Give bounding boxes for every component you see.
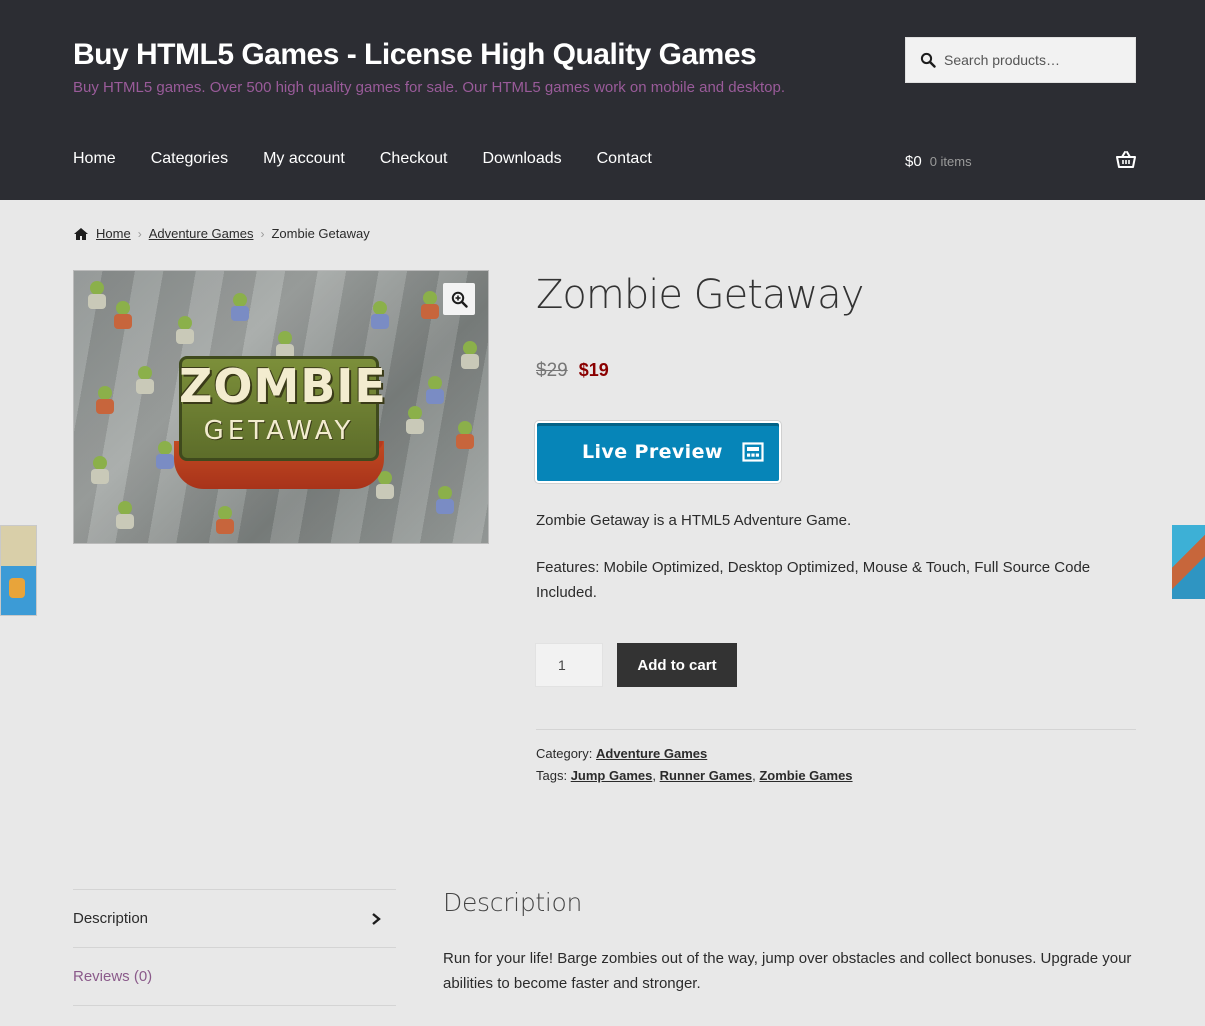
quantity-input[interactable] [535,643,603,687]
tag-link[interactable]: Runner Games [660,768,752,783]
description-panel-title: Description [443,888,583,917]
zombie-sprite [369,301,391,331]
game-logo-subtitle: GETAWAY [203,416,355,446]
search-input[interactable] [944,52,1124,68]
breadcrumb-home[interactable]: Home [96,226,131,241]
tab-description[interactable]: Description [73,890,396,948]
tag-separator: , [652,768,656,783]
zombie-sprite [114,501,136,531]
add-to-cart-button[interactable]: Add to cart [617,643,737,687]
zombie-sprite [434,486,456,516]
live-preview-button[interactable]: Live Preview [535,421,781,483]
live-preview-label: Live Preview [582,441,723,463]
game-logo-title: ZOMBIE [179,359,387,413]
tab-description-label: Description [73,910,149,927]
zombie-sprite [229,293,251,323]
tab-reviews-label: Reviews (0) [73,968,153,985]
tag-separator: , [752,768,756,783]
tab-reviews[interactable]: Reviews (0) [73,948,396,1006]
product-price: $29 $19 [536,360,609,382]
search-icon[interactable] [920,52,936,68]
zombie-sprite [419,291,441,321]
zombie-sprite [86,281,108,311]
sale-price: $19 [578,360,609,380]
product-category-meta: Category: Adventure Games [536,746,1136,761]
product-title: Zombie Getaway [536,272,864,318]
zombie-sprite [174,316,196,346]
site-title-link[interactable]: Buy HTML5 Games - License High Quality G… [73,38,757,72]
breadcrumb-separator: › [260,226,265,241]
nav-home[interactable]: Home [73,150,116,168]
zombie-sprite [214,506,236,536]
nav-contact[interactable]: Contact [597,150,652,168]
zombie-sprite [112,301,134,331]
zombie-sprite [459,341,481,371]
primary-navigation: Home Categories My account Checkout Down… [73,150,687,168]
basket-icon [1116,151,1136,168]
zombie-sprite [89,456,111,486]
tags-label: Tags: [536,768,568,783]
breadcrumb-current: Zombie Getaway [271,226,370,241]
category-link[interactable]: Adventure Games [596,746,707,761]
nav-categories[interactable]: Categories [151,150,228,168]
previous-product-thumbnail[interactable] [0,525,37,616]
product-short-description: Zombie Getaway is a HTML5 Adventure Game… [536,512,852,529]
zombie-sprite [94,386,116,416]
site-header: Buy HTML5 Games - License High Quality G… [0,0,1205,200]
zombie-sprite [454,421,476,451]
zombie-sprite [134,366,156,396]
nav-downloads[interactable]: Downloads [482,150,561,168]
zombie-sprite [404,406,426,436]
nav-checkout[interactable]: Checkout [380,150,448,168]
product-image[interactable]: ZOMBIE GETAWAY [73,270,489,544]
breadcrumb: Home › Adventure Games › Zombie Getaway [73,226,370,241]
chevron-right-icon [372,912,381,925]
site-tagline: Buy HTML5 games. Over 500 high quality g… [73,79,785,96]
tag-link[interactable]: Jump Games [571,768,653,783]
image-zoom-button[interactable] [443,283,475,315]
cart-amount: $0 [905,152,922,170]
tag-link[interactable]: Zombie Games [759,768,852,783]
description-panel-text: Run for your life! Barge zombies out of … [443,950,1132,992]
zombie-sprite [424,376,446,406]
product-tags-meta: Tags: Jump Games, Runner Games, Zombie G… [536,768,1136,783]
next-product-thumbnail[interactable] [1172,525,1205,599]
breadcrumb-category[interactable]: Adventure Games [149,226,254,241]
cart-item-count: 0 items [929,153,972,169]
zoom-in-icon [451,291,468,308]
nav-my-account[interactable]: My account [263,150,345,168]
home-icon [74,227,88,240]
product-features: Features: Mobile Optimized, Desktop Opti… [536,559,1091,601]
regular-price: $29 [536,360,568,381]
product-tabs: Description Reviews (0) [73,889,396,1006]
category-label: Category: [536,746,593,761]
meta-divider [536,729,1136,730]
zombie-sprite [154,441,176,471]
window-icon [742,442,764,462]
breadcrumb-separator: › [137,226,142,241]
header-cart[interactable]: $0 0 items [905,150,1136,172]
search-box [905,37,1136,83]
